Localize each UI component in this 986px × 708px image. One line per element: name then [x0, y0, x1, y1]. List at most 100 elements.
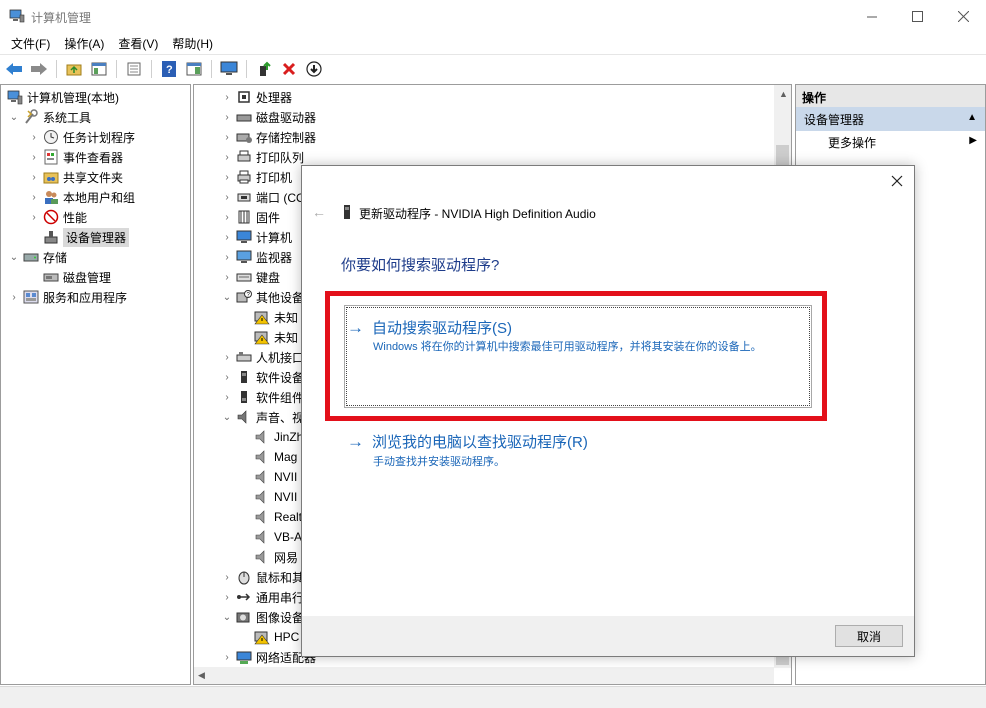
menu-view[interactable]: 查看(V)	[111, 35, 165, 52]
device-tree-item[interactable]: 未知	[252, 327, 298, 347]
tree-item-shared-folders[interactable]: › 共享文件夹	[27, 167, 123, 187]
device-tree-item[interactable]: › 打印队列	[220, 147, 304, 167]
scroll-up-icon[interactable]: ▲	[779, 89, 788, 99]
close-button[interactable]	[940, 0, 986, 32]
chevron-right-icon[interactable]: ›	[27, 152, 41, 163]
device-tree-item[interactable]: › 通用串行	[220, 587, 304, 607]
tree-label: 任务计划程序	[63, 130, 136, 145]
chevron-right-icon[interactable]: ›	[27, 172, 41, 183]
chevron-right-icon[interactable]: ›	[220, 212, 234, 223]
device-tree-item[interactable]: › 软件设备	[220, 367, 304, 387]
chevron-down-icon[interactable]: ⌄	[220, 612, 234, 623]
monitor-button[interactable]	[219, 59, 239, 79]
back-arrow-icon[interactable]: ←	[312, 204, 326, 220]
device-tree-item[interactable]: › 打印机	[220, 167, 292, 187]
update-driver-button[interactable]	[254, 59, 274, 79]
properties-button[interactable]	[124, 59, 144, 79]
tree-item-disk-management[interactable]: 磁盘管理	[41, 267, 111, 287]
tree-item-task-scheduler[interactable]: › 任务计划程序	[27, 127, 135, 147]
minimize-button[interactable]	[849, 0, 895, 32]
device-tree-item[interactable]: › 监视器	[220, 247, 292, 267]
disable-button[interactable]	[304, 59, 324, 79]
browse-computer-option[interactable]: → 浏览我的电脑以查找驱动程序(R)	[347, 431, 588, 452]
dialog-close-button[interactable]	[889, 173, 905, 189]
tree-item-device-manager[interactable]: 设备管理器	[41, 227, 130, 247]
chevron-right-icon[interactable]: ›	[220, 132, 234, 143]
menu-file[interactable]: 文件(F)	[4, 35, 57, 52]
device-tree-item[interactable]: › 计算机	[220, 227, 292, 247]
menu-help[interactable]: 帮助(H)	[165, 35, 220, 52]
chevron-down-icon[interactable]: ⌄	[220, 412, 234, 423]
device-tree-item[interactable]: › 磁盘驱动器	[220, 107, 316, 127]
more-actions-item[interactable]: 更多操作 ▶	[796, 131, 985, 153]
show-hide-tree-button[interactable]	[89, 59, 109, 79]
horizontal-scrollbar[interactable]: ◀	[194, 667, 774, 684]
chevron-right-icon[interactable]: ›	[220, 372, 234, 383]
tree-item-event-viewer[interactable]: › 事件查看器	[27, 147, 123, 167]
chevron-right-icon[interactable]: ›	[220, 352, 234, 363]
device-tree-item[interactable]: Mag	[252, 447, 297, 467]
chevron-right-icon[interactable]: ›	[220, 192, 234, 203]
device-tree-item[interactable]: › 软件组件	[220, 387, 304, 407]
device-tree-item[interactable]: 网易	[252, 547, 298, 567]
auto-search-title[interactable]: → 自动搜索驱动程序(S)	[347, 317, 512, 338]
other-icon: ?	[236, 290, 252, 303]
collapse-up-icon[interactable]: ▲	[967, 112, 977, 123]
chevron-right-icon[interactable]: ›	[220, 152, 234, 163]
device-tree-item[interactable]: › 处理器	[220, 87, 292, 107]
chevron-right-icon[interactable]: ›	[220, 592, 234, 603]
device-tree-item[interactable]: › 鼠标和其	[220, 567, 304, 587]
device-tree-item[interactable]: › 固件	[220, 207, 280, 227]
device-tree-item[interactable]: NVII	[252, 487, 297, 507]
forward-button[interactable]	[29, 59, 49, 79]
device-tree-item[interactable]: › 存储控制器	[220, 127, 316, 147]
chevron-right-icon[interactable]: ›	[220, 392, 234, 403]
tree-item-local-users[interactable]: › 本地用户和组	[27, 187, 135, 207]
chevron-right-icon[interactable]: ›	[220, 572, 234, 583]
menu-action[interactable]: 操作(A)	[57, 35, 111, 52]
device-tree-item[interactable]: Realt	[252, 507, 302, 527]
action-pane-button[interactable]	[184, 59, 204, 79]
back-button[interactable]	[4, 59, 24, 79]
device-tree-item[interactable]: ⌄ 图像设备	[220, 607, 304, 627]
chevron-right-icon[interactable]: ›	[220, 272, 234, 283]
up-folder-button[interactable]	[64, 59, 84, 79]
chevron-right-icon[interactable]: ›	[7, 292, 21, 303]
device-tree-item[interactable]: ⌄ 声音、视	[220, 407, 304, 427]
actions-section-label: 设备管理器	[804, 112, 865, 127]
chevron-right-icon[interactable]: ›	[220, 172, 234, 183]
device-tree-item[interactable]: ⌄? 其他设备	[220, 287, 304, 307]
chevron-right-icon[interactable]: ›	[220, 92, 234, 103]
chevron-right-icon[interactable]: ›	[220, 652, 234, 663]
chevron-right-icon[interactable]: ›	[220, 252, 234, 263]
chevron-right-icon[interactable]: ›	[220, 232, 234, 243]
tree-item-performance[interactable]: › 性能	[27, 207, 87, 227]
chevron-right-icon[interactable]: ›	[27, 132, 41, 143]
tree-item-services-apps[interactable]: › 服务和应用程序	[7, 287, 127, 307]
uninstall-button[interactable]	[279, 59, 299, 79]
device-tree-item[interactable]: JinZh	[252, 427, 303, 447]
tree-item-system-tools[interactable]: ⌄ 系统工具	[7, 107, 91, 127]
device-label: HPC	[274, 630, 300, 644]
chevron-right-icon[interactable]: ›	[220, 112, 234, 123]
tree-item-root[interactable]: 计算机管理(本地)	[5, 87, 119, 107]
chevron-down-icon[interactable]: ⌄	[7, 112, 21, 123]
scroll-left-icon[interactable]: ◀	[198, 670, 205, 681]
device-tree-item[interactable]: › 键盘	[220, 267, 280, 287]
tree-item-storage[interactable]: ⌄ 存储	[7, 247, 67, 267]
hid-icon	[236, 352, 252, 362]
device-tree-item[interactable]: › 端口 (CO	[220, 187, 305, 207]
chevron-right-icon[interactable]: ›	[27, 192, 41, 203]
cancel-button[interactable]: 取消	[835, 625, 903, 647]
device-tree-item[interactable]: 未知	[252, 307, 298, 327]
device-tree-item[interactable]: NVII	[252, 467, 297, 487]
maximize-button[interactable]	[894, 0, 940, 32]
device-tree-item[interactable]: › 人机接口	[220, 347, 304, 367]
chevron-down-icon[interactable]: ⌄	[7, 252, 21, 263]
device-tree-item[interactable]: HPC	[252, 627, 299, 647]
chevron-right-icon[interactable]: ›	[27, 212, 41, 223]
device-tree-item[interactable]: VB-A	[252, 527, 302, 547]
actions-section-device-manager[interactable]: 设备管理器 ▲	[796, 107, 985, 131]
help-button[interactable]: ?	[159, 59, 179, 79]
chevron-down-icon[interactable]: ⌄	[220, 292, 234, 303]
